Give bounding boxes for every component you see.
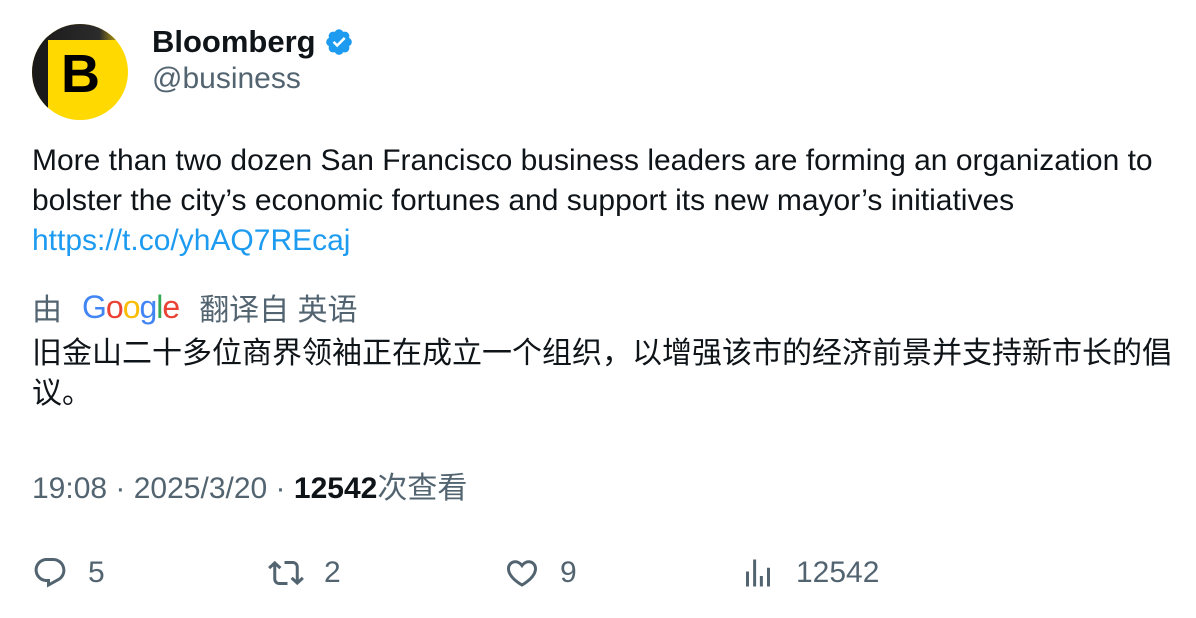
tweet-body: More than two dozen San Francisco busine… — [32, 144, 1153, 217]
author-handle[interactable]: @business — [152, 62, 301, 96]
verified-badge-icon[interactable] — [324, 27, 354, 57]
tweet-meta: 19:08 · 2025/3/20 · 12542次查看 — [32, 463, 467, 507]
avatar-top-shade — [32, 24, 128, 40]
views-button[interactable]: 12542 — [740, 548, 879, 598]
views-action-count: 12542 — [796, 556, 880, 589]
tweet-date[interactable]: 2025/3/20 — [134, 472, 267, 505]
translated-text: 旧金山二十多位商界领袖正在成立一个组织，以增强该市的经济前景并支持新市长的倡议。 — [32, 337, 1172, 410]
reply-count: 5 — [88, 556, 105, 589]
reply-button[interactable]: 5 — [32, 548, 105, 598]
avatar-logo-letter: B — [61, 44, 100, 104]
display-name[interactable]: Bloomberg — [152, 24, 316, 60]
views-label: 次查看 — [377, 472, 468, 505]
translation-attribution: 由 Google 翻译自 英语 — [32, 287, 358, 328]
heart-icon — [506, 560, 538, 587]
views-count: 12542 — [293, 472, 378, 505]
meta-separator: · — [267, 472, 294, 505]
action-bar: 5 2 9 12542 — [0, 548, 1196, 598]
tweet-link[interactable]: https://t.co/yhAQ7REcaj — [32, 224, 350, 257]
retweet-button[interactable]: 2 — [268, 548, 341, 598]
avatar[interactable]: B — [32, 24, 128, 120]
retweet-count: 2 — [324, 556, 341, 589]
retweet-icon — [268, 560, 304, 586]
reply-icon — [34, 558, 66, 588]
author-name-row: Bloomberg — [152, 20, 354, 64]
google-logo-icon: Google — [82, 288, 180, 325]
analytics-icon — [746, 559, 770, 587]
translation-prefix: 由 — [32, 294, 62, 327]
tweet-time[interactable]: 19:08 — [32, 472, 107, 505]
translation-suffix: 翻译自 英语 — [199, 294, 358, 327]
tweet-text: More than two dozen San Francisco busine… — [32, 141, 1172, 261]
like-count: 9 — [560, 556, 577, 589]
meta-separator: · — [107, 472, 134, 505]
like-button[interactable]: 9 — [504, 548, 577, 598]
